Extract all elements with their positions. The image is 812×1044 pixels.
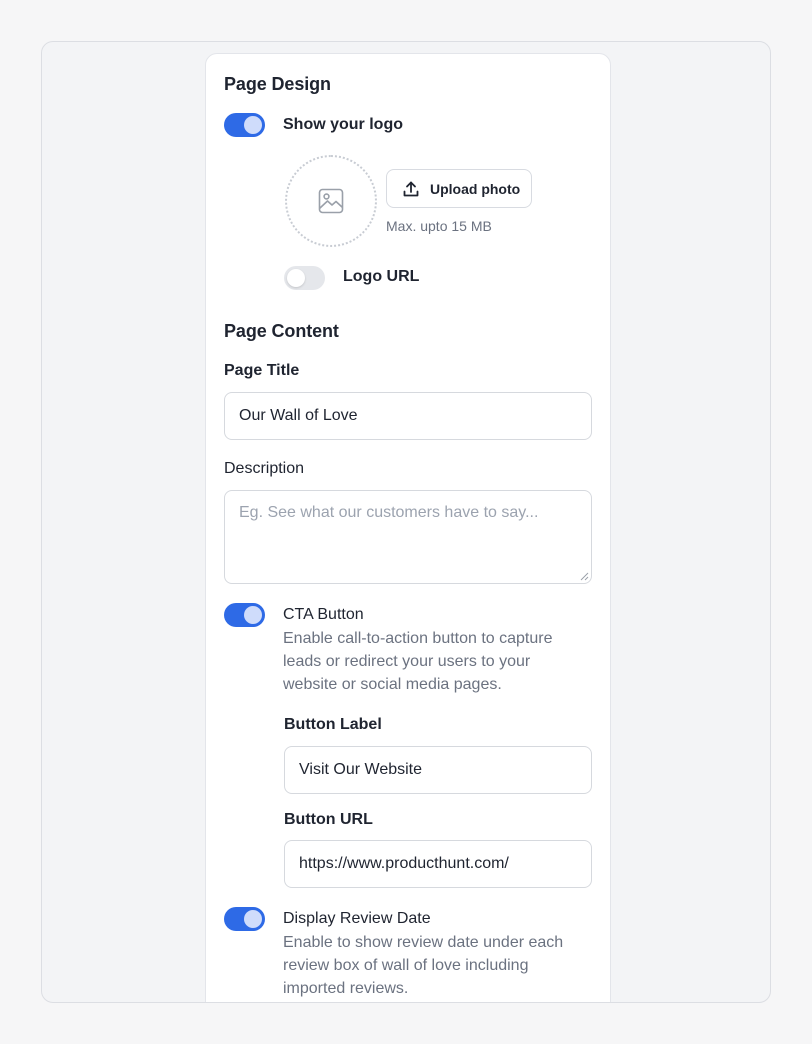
review-date-title: Display Review Date [283, 910, 431, 927]
toggle-knob [244, 606, 262, 624]
page-title-label: Page Title [224, 362, 300, 379]
cta-toggle[interactable] [224, 603, 265, 627]
description-label: Description [224, 460, 305, 477]
logo-upload-dropzone[interactable] [285, 155, 377, 247]
image-icon [318, 188, 344, 214]
page-design-heading: Page Design [224, 74, 331, 94]
button-label-input[interactable]: Visit Our Website [284, 746, 592, 794]
description-placeholder: Eg. See what our customers have to say..… [239, 504, 539, 521]
upload-size-hint: Max. upto 15 MB [386, 218, 492, 234]
page-title-value: Our Wall of Love [239, 407, 358, 424]
toggle-knob [244, 116, 262, 134]
cta-description: Enable call-to-action button to capture … [283, 630, 553, 693]
resize-grip-icon[interactable] [579, 571, 589, 581]
logo-url-toggle[interactable] [284, 266, 325, 290]
logo-url-label: Logo URL [343, 268, 420, 285]
button-label-value: Visit Our Website [299, 761, 423, 778]
page-content-heading: Page Content [224, 321, 339, 341]
settings-panel: Page Design Show your logo Upload photo … [205, 53, 611, 1002]
page-title-input[interactable]: Our Wall of Love [224, 392, 592, 440]
toggle-knob [287, 269, 305, 287]
toggle-knob [244, 910, 262, 928]
review-date-description: Enable to show review date under each re… [283, 934, 564, 997]
button-label-label: Button Label [284, 716, 382, 733]
button-url-input[interactable]: https://www.producthunt.com/ [284, 840, 592, 888]
upload-photo-button[interactable]: Upload photo [386, 169, 532, 208]
review-date-toggle[interactable] [224, 907, 265, 931]
upload-photo-label: Upload photo [430, 180, 521, 197]
show-logo-label: Show your logo [283, 116, 403, 133]
description-textarea[interactable]: Eg. See what our customers have to say..… [224, 490, 592, 584]
show-logo-toggle[interactable] [224, 113, 265, 137]
cta-title: CTA Button [283, 606, 364, 623]
upload-icon [403, 181, 419, 196]
button-url-label: Button URL [284, 811, 373, 828]
button-url-value: https://www.producthunt.com/ [299, 855, 509, 872]
app-frame: Page Design Show your logo Upload photo … [41, 41, 771, 1003]
